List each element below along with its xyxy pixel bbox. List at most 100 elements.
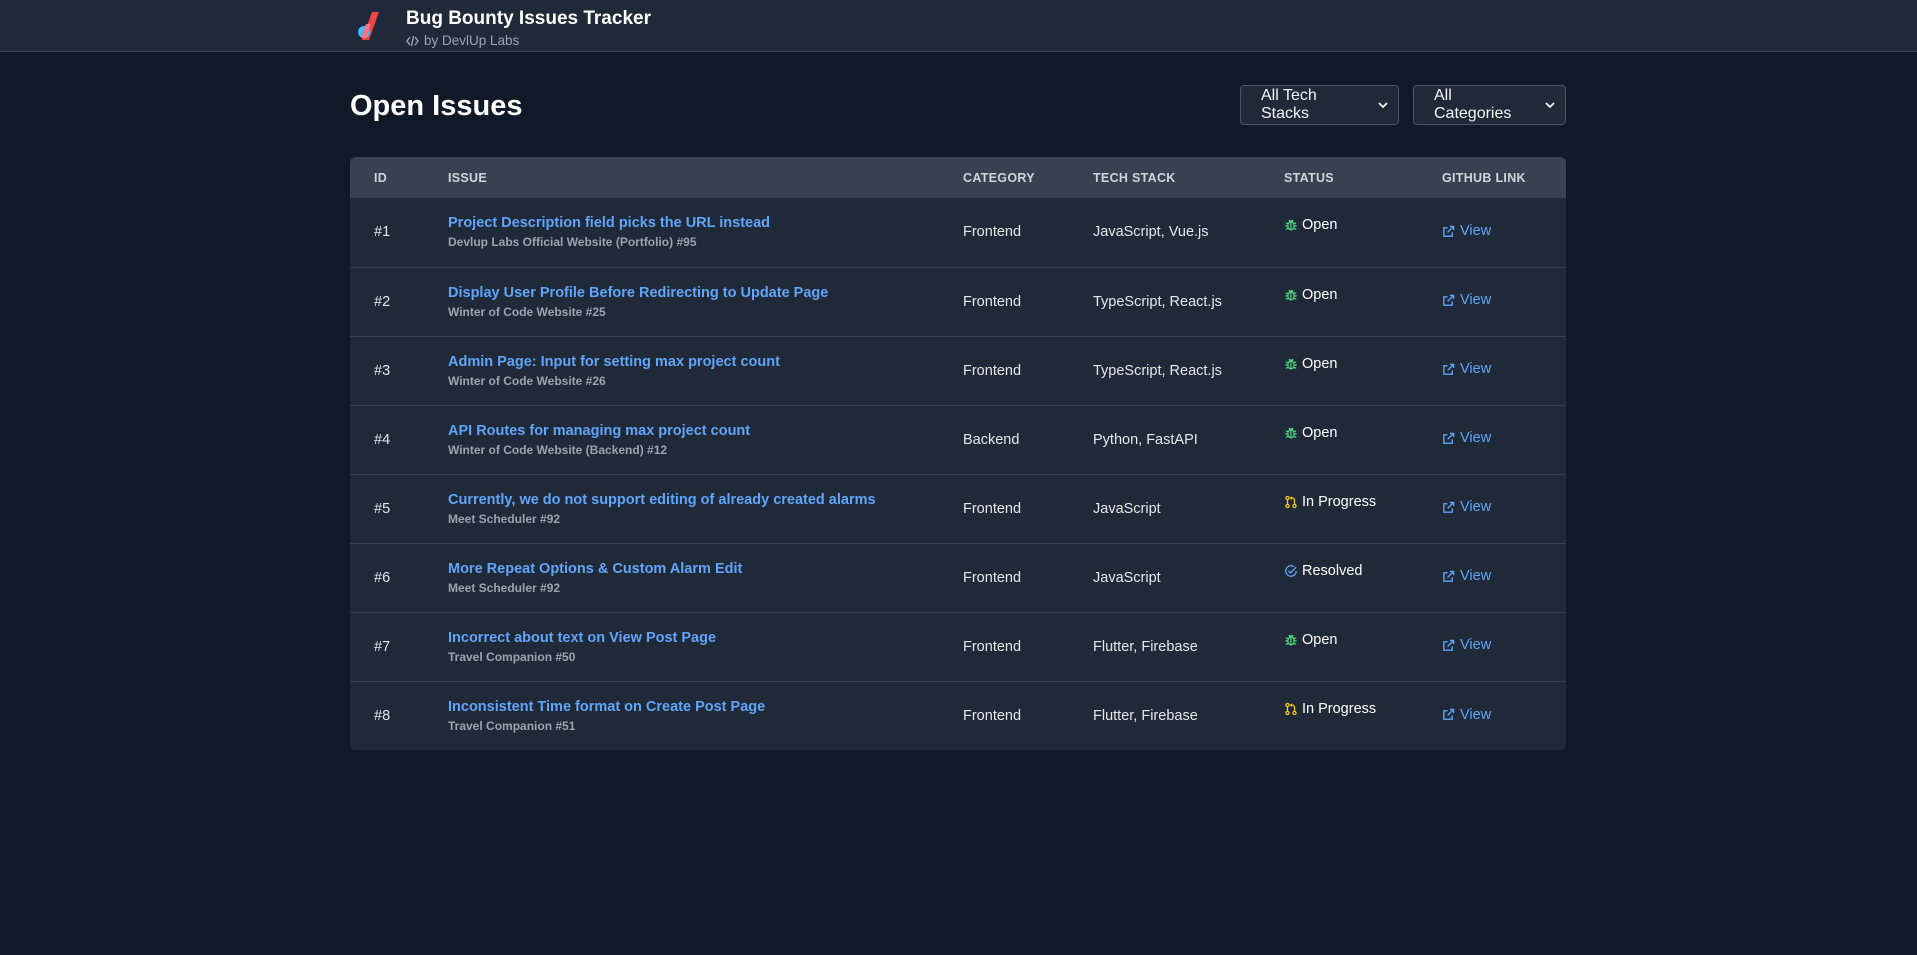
chevron-down-icon <box>1378 101 1388 109</box>
status-badge: Resolved <box>1284 563 1442 579</box>
issue-tech-stack: TypeScript, React.js <box>1093 362 1222 379</box>
issue-repo: Winter of Code Website #26 <box>448 373 606 388</box>
issue-status-cell: Resolved <box>1284 543 1442 612</box>
status-label: Open <box>1302 217 1338 234</box>
issue-repo: Meet Scheduler #92 <box>448 511 561 526</box>
view-link-label: View <box>1460 223 1492 239</box>
external-link-icon <box>1442 225 1455 238</box>
issue-category: Frontend <box>963 569 1022 586</box>
top-navbar: Bug Bounty Issues Tracker by DevlUp Labs <box>0 0 1917 52</box>
status-badge: Open <box>1284 425 1442 441</box>
issue-id: #5 <box>374 500 391 517</box>
status-label: Open <box>1302 355 1338 372</box>
issue-id: #8 <box>374 707 391 724</box>
issue-status-cell: Open <box>1284 405 1442 474</box>
issue-tech-stack: Flutter, Firebase <box>1093 638 1198 655</box>
issue-cell: Project Description field picks the URL … <box>448 198 963 267</box>
status-badge: Open <box>1284 632 1442 648</box>
table-row: #5 Currently, we do not support editing o… <box>350 474 1566 543</box>
issue-category: Frontend <box>963 362 1022 379</box>
check-circle-icon <box>1284 564 1298 578</box>
tech-stack-select[interactable]: All Tech Stacks <box>1240 85 1399 125</box>
github-view-link[interactable]: View <box>1442 292 1491 308</box>
github-view-link[interactable]: View <box>1442 637 1491 653</box>
github-link-cell: View <box>1442 681 1566 750</box>
issue-title-link[interactable]: API Routes for managing max project coun… <box>448 422 963 440</box>
view-link-label: View <box>1460 568 1492 585</box>
category-select[interactable]: All Categories <box>1413 85 1566 125</box>
issue-id: #6 <box>374 569 391 586</box>
tech-stack-select-value: All Tech Stacks <box>1261 87 1317 122</box>
status-label: Open <box>1302 631 1338 648</box>
github-view-link[interactable]: View <box>1442 223 1491 239</box>
git-pull-request-icon <box>1284 495 1298 509</box>
issue-id: #3 <box>374 362 391 379</box>
devlup-logo-icon <box>350 6 390 46</box>
issue-repo: Winter of Code Website #25 <box>448 304 606 319</box>
status-label: Resolved <box>1302 562 1363 579</box>
github-view-link[interactable]: View <box>1442 430 1491 446</box>
column-header-status: STATUS <box>1284 170 1334 185</box>
issue-title-link[interactable]: More Repeat Options & Custom Alarm Edit <box>448 560 963 578</box>
view-link-label: View <box>1460 706 1492 723</box>
issue-cell: Inconsistent Time format on Create Post … <box>448 681 963 750</box>
issue-id: #2 <box>374 293 391 310</box>
table-row: #8 Inconsistent Time format on Create Pos… <box>350 681 1566 750</box>
github-link-cell: View <box>1442 612 1566 681</box>
issue-category: Frontend <box>963 500 1022 517</box>
issue-category: Frontend <box>963 224 1022 241</box>
status-label: Open <box>1302 286 1338 303</box>
issue-status-cell: In Progress <box>1284 681 1442 750</box>
issue-category: Backend <box>963 431 1020 448</box>
page-title: Open Issues <box>350 90 523 122</box>
git-pull-request-icon <box>1284 702 1298 716</box>
table-header-row: ID ISSUE CATEGORY TECH STACK STATUS GITH… <box>350 157 1566 198</box>
issue-category: Frontend <box>963 707 1022 724</box>
issue-category: Frontend <box>963 638 1022 655</box>
column-header-tech-stack: TECH STACK <box>1093 170 1176 185</box>
issue-id: #4 <box>374 431 391 448</box>
issue-repo: Travel Companion #50 <box>448 649 576 664</box>
issue-title-link[interactable]: Inconsistent Time format on Create Post … <box>448 698 963 716</box>
view-link-label: View <box>1460 361 1492 378</box>
issue-tech-stack: Flutter, Firebase <box>1093 707 1198 724</box>
view-link-label: View <box>1460 430 1492 447</box>
issue-cell: Admin Page: Input for setting max projec… <box>448 336 963 405</box>
issue-title-link[interactable]: Project Description field picks the URL … <box>448 214 963 232</box>
status-label: In Progress <box>1302 493 1377 510</box>
issue-cell: Incorrect about text on View Post Page Tr… <box>448 612 963 681</box>
status-badge: In Progress <box>1284 701 1442 717</box>
column-header-category: CATEGORY <box>963 170 1035 185</box>
table-row: #2 Display User Profile Before Redirectin… <box>350 267 1566 336</box>
issue-status-cell: Open <box>1284 267 1442 336</box>
issue-title-link[interactable]: Admin Page: Input for setting max projec… <box>448 353 963 371</box>
status-badge: Open <box>1284 287 1442 303</box>
external-link-icon <box>1442 432 1455 445</box>
issue-tech-stack: JavaScript <box>1093 569 1161 586</box>
issue-status-cell: In Progress <box>1284 474 1442 543</box>
issue-id: #7 <box>374 638 391 655</box>
issue-cell: More Repeat Options & Custom Alarm Edit M… <box>448 543 963 612</box>
external-link-icon <box>1442 708 1455 721</box>
github-view-link[interactable]: View <box>1442 361 1491 377</box>
issue-tech-stack: TypeScript, React.js <box>1093 293 1222 310</box>
github-link-cell: View <box>1442 543 1566 612</box>
issue-tech-stack: JavaScript <box>1093 500 1161 517</box>
code-icon <box>406 35 419 47</box>
issue-title-link[interactable]: Display User Profile Before Redirecting … <box>448 284 963 302</box>
issue-title-link[interactable]: Currently, we do not support editing of … <box>448 491 963 509</box>
github-view-link[interactable]: View <box>1442 568 1491 584</box>
view-link-label: View <box>1460 292 1492 309</box>
github-view-link[interactable]: View <box>1442 499 1491 515</box>
view-link-label: View <box>1460 499 1492 516</box>
brand[interactable]: Bug Bounty Issues Tracker by DevlUp Labs <box>350 6 651 50</box>
filter-bar: All Tech Stacks All Categories <box>1240 85 1566 125</box>
subtitle-text: by DevlUp Labs <box>424 33 520 48</box>
github-view-link[interactable]: View <box>1442 707 1491 723</box>
app-subtitle: by DevlUp Labs <box>406 32 651 50</box>
issue-title-link[interactable]: Incorrect about text on View Post Page <box>448 629 963 647</box>
external-link-icon <box>1442 501 1455 514</box>
column-header-github-link: GITHUB LINK <box>1442 170 1526 185</box>
app-title: Bug Bounty Issues Tracker <box>406 8 651 29</box>
column-header-issue: ISSUE <box>448 170 488 185</box>
